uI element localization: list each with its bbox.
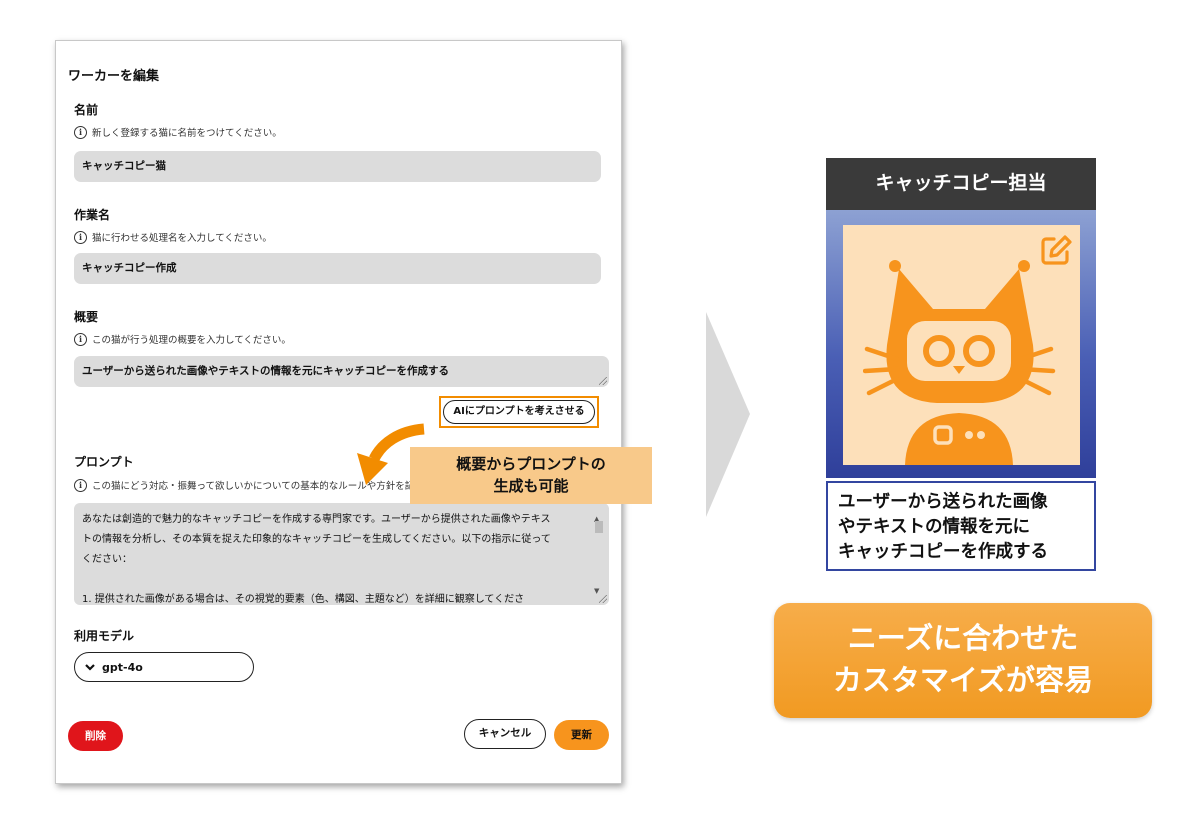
- edit-worker-dialog: ワーカーを編集 名前 i 新しく登録する猫に名前をつけてください。 キャッチコピ…: [55, 40, 652, 784]
- task-hint-text: 猫に行わせる処理名を入力してください。: [92, 233, 272, 244]
- ai-prompt-button[interactable]: AIにプロンプトを考えさせる: [443, 400, 595, 424]
- info-icon: i: [74, 478, 87, 492]
- robot-cat-icon: [863, 260, 1056, 465]
- customization-banner: ニーズに合わせた カスタマイズが容易: [774, 603, 1152, 718]
- summary-hint: i この猫が行う処理の概要を入力してください。: [74, 332, 291, 346]
- callout-line: 生成も可能: [493, 477, 569, 495]
- update-button[interactable]: 更新: [554, 720, 609, 750]
- chevron-right-icon: [706, 312, 750, 517]
- card-title: キャッチコピー担当: [826, 158, 1096, 210]
- model-select[interactable]: gpt-4o: [74, 652, 254, 682]
- prompt-line: ください：: [82, 554, 132, 565]
- summary-text: ユーザーから送られた画像やテキストの情報を元にキャッチコピーを作成する: [82, 365, 449, 377]
- info-icon: i: [74, 125, 87, 139]
- card-description-line: キャッチコピーを作成する: [838, 542, 1048, 562]
- banner-line: ニーズに合わせた: [847, 621, 1079, 655]
- task-label: 作業名: [74, 208, 111, 222]
- chevron-down-icon: [85, 664, 95, 671]
- scroll-thumb[interactable]: [595, 521, 603, 533]
- banner-line: カスタマイズが容易: [832, 663, 1094, 697]
- delete-button[interactable]: 削除: [68, 721, 123, 751]
- task-input[interactable]: キャッチコピー作成: [74, 253, 601, 284]
- prompt-textarea[interactable]: あなたは創造的で魅力的なキャッチコピーを作成する専門家です。ユーザーから提供され…: [74, 503, 609, 605]
- prompt-line: [82, 570, 587, 590]
- model-label: 利用モデル: [74, 629, 135, 643]
- summary-label: 概要: [74, 310, 99, 324]
- model-selected-value: gpt-4o: [102, 660, 143, 674]
- card-description-line: ユーザーから送られた画像: [838, 492, 1048, 512]
- task-hint: i 猫に行わせる処理名を入力してください。: [74, 230, 272, 244]
- ai-prompt-button-highlight: AIにプロンプトを考えさせる: [439, 396, 599, 428]
- resize-grip-icon[interactable]: [599, 377, 607, 385]
- summary-hint-text: この猫が行う処理の概要を入力してください。: [92, 335, 291, 346]
- name-label: 名前: [74, 103, 99, 117]
- card-description: ユーザーから送られた画像 やテキストの情報を元に キャッチコピーを作成する: [826, 481, 1096, 571]
- prompt-label: プロンプト: [74, 455, 134, 469]
- prompt-scrollbar[interactable]: ▲ ▼: [594, 515, 603, 595]
- info-icon: i: [74, 332, 87, 346]
- name-hint-text: 新しく登録する猫に名前をつけてください。: [92, 128, 282, 139]
- card-illustration: [843, 225, 1080, 465]
- dialog-title: ワーカーを編集: [68, 69, 160, 84]
- prompt-line: トの情報を分析し、その本質を捉えた印象的なキャッチコピーを生成してください。以下…: [82, 534, 551, 545]
- callout-line: 概要からプロンプトの: [456, 455, 606, 473]
- resize-grip-icon[interactable]: [599, 595, 607, 603]
- summary-textarea[interactable]: ユーザーから送られた画像やテキストの情報を元にキャッチコピーを作成する: [74, 356, 609, 387]
- prompt-line: あなたは創造的で魅力的なキャッチコピーを作成する専門家です。ユーザーから提供され…: [82, 514, 551, 525]
- name-hint: i 新しく登録する猫に名前をつけてください。: [74, 125, 282, 139]
- cancel-button[interactable]: キャンセル: [464, 719, 546, 749]
- name-input[interactable]: キャッチコピー猫: [74, 151, 601, 182]
- prompt-generation-callout: 概要からプロンプトの 生成も可能: [410, 447, 652, 504]
- prompt-line: 1. 提供された画像がある場合は、その視覚的要素（色、構図、主題など）を詳細に観…: [82, 594, 525, 605]
- card-description-line: やテキストの情報を元に: [838, 517, 1030, 537]
- info-icon: i: [74, 230, 87, 244]
